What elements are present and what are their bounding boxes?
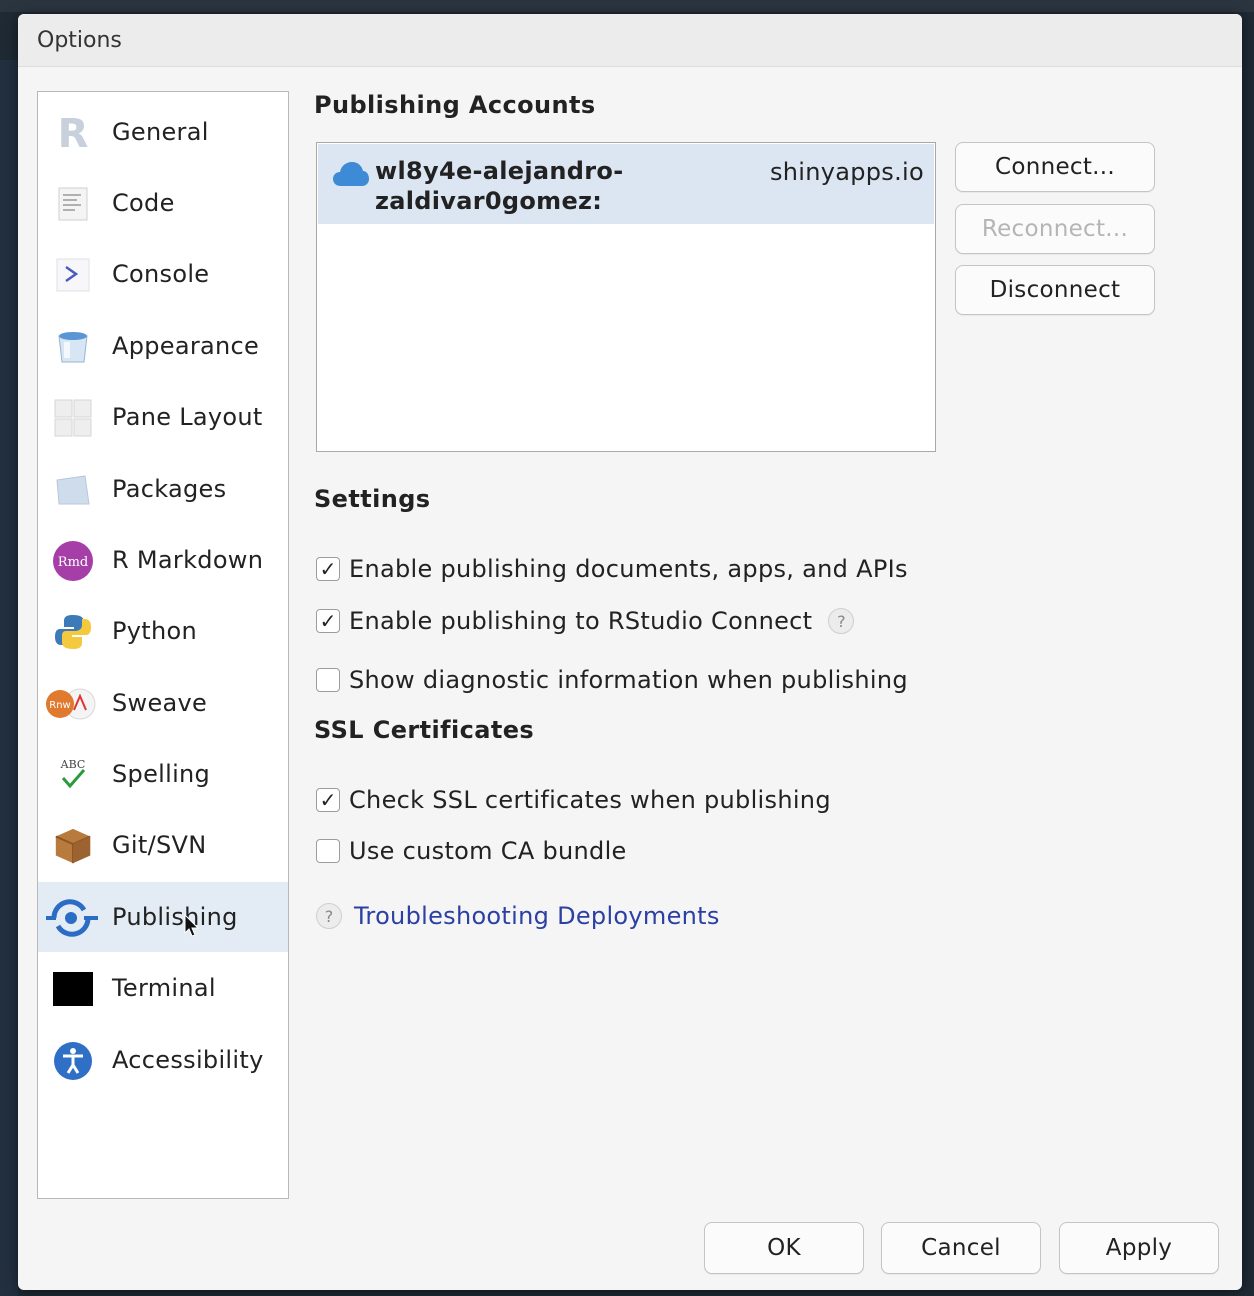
sidebar-item-label: Python [112, 617, 197, 645]
sweave-icon: Rnw [44, 683, 100, 725]
sidebar-item-code[interactable]: Code [38, 168, 288, 238]
sidebar-item-accessibility[interactable]: Accessibility [38, 1025, 288, 1095]
account-row[interactable]: wl8y4e-alejandro-zaldivar0gomez: shinyap… [318, 144, 934, 224]
dialog-titlebar: Options [18, 14, 1242, 67]
connect-button[interactable]: Connect... [955, 142, 1155, 192]
reconnect-button[interactable]: Reconnect... [955, 204, 1155, 254]
accounts-list[interactable]: wl8y4e-alejandro-zaldivar0gomez: shinyap… [316, 142, 936, 452]
help-icon[interactable]: ? [828, 608, 855, 634]
sidebar-item-label: Appearance [112, 332, 260, 360]
mouse-cursor-icon [184, 913, 200, 942]
setting-custom-ca-bundle[interactable]: Use custom CA bundle [316, 835, 627, 867]
setting-enable-rstudio-connect[interactable]: ✓ Enable publishing to RStudio Connect ? [316, 605, 855, 637]
options-sidebar: R General Code Console Appearance Pane L… [37, 91, 289, 1199]
disconnect-button[interactable]: Disconnect [955, 265, 1155, 315]
settings-title: Settings [314, 485, 431, 513]
sidebar-item-label: Publishing [112, 903, 238, 931]
ssl-certificates-title: SSL Certificates [314, 716, 535, 744]
svg-text:R: R [58, 113, 89, 153]
setting-show-diagnostic[interactable]: Show diagnostic information when publish… [316, 664, 908, 696]
python-logo-icon [52, 611, 94, 653]
cancel-button[interactable]: Cancel [881, 1222, 1041, 1274]
sidebar-item-label: Console [112, 260, 210, 288]
sidebar-item-label: R Markdown [112, 546, 264, 574]
sidebar-item-git-svn[interactable]: Git/SVN [38, 810, 288, 880]
setting-enable-publishing[interactable]: ✓ Enable publishing documents, apps, and… [316, 553, 908, 585]
sidebar-item-publishing[interactable]: Publishing [38, 882, 288, 952]
rmd-icon: Rmd [52, 540, 94, 582]
background-editor-strip [0, 60, 18, 1296]
custom-ca-bundle-checkbox[interactable] [316, 839, 340, 863]
sidebar-item-label: Accessibility [112, 1046, 264, 1074]
svg-text:Rnw: Rnw [49, 700, 70, 711]
sidebar-item-label: Git/SVN [112, 831, 207, 859]
setting-label: Show diagnostic information when publish… [349, 666, 908, 694]
dialog-title: Options [37, 27, 122, 53]
sidebar-item-label: Sweave [112, 689, 208, 717]
check-ssl-checkbox[interactable]: ✓ [316, 788, 340, 812]
r-logo-icon: R [52, 112, 94, 154]
setting-label: Enable publishing to RStudio Connect [349, 607, 813, 635]
help-icon: ? [316, 903, 342, 929]
console-prompt-icon [52, 254, 94, 296]
accessibility-icon [52, 1040, 94, 1082]
sidebar-item-label: Terminal [112, 974, 216, 1002]
terminal-icon [52, 968, 94, 1010]
cloud-icon [332, 160, 370, 192]
background-top-bar [0, 0, 1254, 12]
spelling-check-icon: ABC [52, 754, 94, 796]
svg-text:Rmd: Rmd [58, 555, 88, 570]
sidebar-item-general[interactable]: R General [38, 97, 288, 167]
ok-button[interactable]: OK [704, 1222, 864, 1274]
troubleshooting-row: ? Troubleshooting Deployments [316, 900, 720, 932]
code-document-icon [52, 183, 94, 225]
account-server: shinyapps.io [769, 158, 924, 186]
setting-label: Use custom CA bundle [349, 837, 627, 865]
account-name: wl8y4e-alejandro-zaldivar0gomez: [375, 157, 624, 215]
sidebar-item-sweave[interactable]: Rnw Sweave [38, 668, 288, 738]
publishing-icon [44, 897, 100, 939]
sidebar-item-spelling[interactable]: ABC Spelling [38, 739, 288, 809]
packages-icon [52, 469, 94, 511]
enable-publishing-checkbox[interactable]: ✓ [316, 557, 340, 581]
publishing-panel: Publishing Accounts wl8y4e-alejandro-zal… [314, 91, 1224, 1201]
setting-label: Enable publishing documents, apps, and A… [349, 555, 908, 583]
sidebar-item-python[interactable]: Python [38, 596, 288, 666]
git-box-icon [52, 825, 94, 867]
sidebar-item-appearance[interactable]: Appearance [38, 311, 288, 381]
sidebar-item-packages[interactable]: Packages [38, 454, 288, 524]
paint-bucket-icon [52, 326, 94, 368]
sidebar-item-label: Pane Layout [112, 403, 263, 431]
sidebar-item-pane-layout[interactable]: Pane Layout [38, 382, 288, 452]
pane-layout-icon [52, 397, 94, 439]
show-diagnostic-checkbox[interactable] [316, 668, 340, 692]
setting-check-ssl[interactable]: ✓ Check SSL certificates when publishing [316, 784, 831, 816]
sidebar-item-r-markdown[interactable]: Rmd R Markdown [38, 525, 288, 595]
sidebar-item-terminal[interactable]: Terminal [38, 953, 288, 1023]
sidebar-item-label: Packages [112, 475, 227, 503]
sidebar-item-label: Code [112, 189, 175, 217]
sidebar-item-console[interactable]: Console [38, 239, 288, 309]
setting-label: Check SSL certificates when publishing [349, 786, 831, 814]
enable-rstudio-connect-checkbox[interactable]: ✓ [316, 609, 340, 633]
sidebar-item-label: General [112, 118, 209, 146]
publishing-accounts-title: Publishing Accounts [314, 91, 596, 119]
apply-button[interactable]: Apply [1059, 1222, 1219, 1274]
sidebar-item-label: Spelling [112, 760, 211, 788]
options-dialog: Options R General Code Console Appearanc… [18, 14, 1242, 1290]
svg-text:ABC: ABC [60, 758, 86, 771]
troubleshooting-deployments-link[interactable]: Troubleshooting Deployments [354, 902, 720, 930]
